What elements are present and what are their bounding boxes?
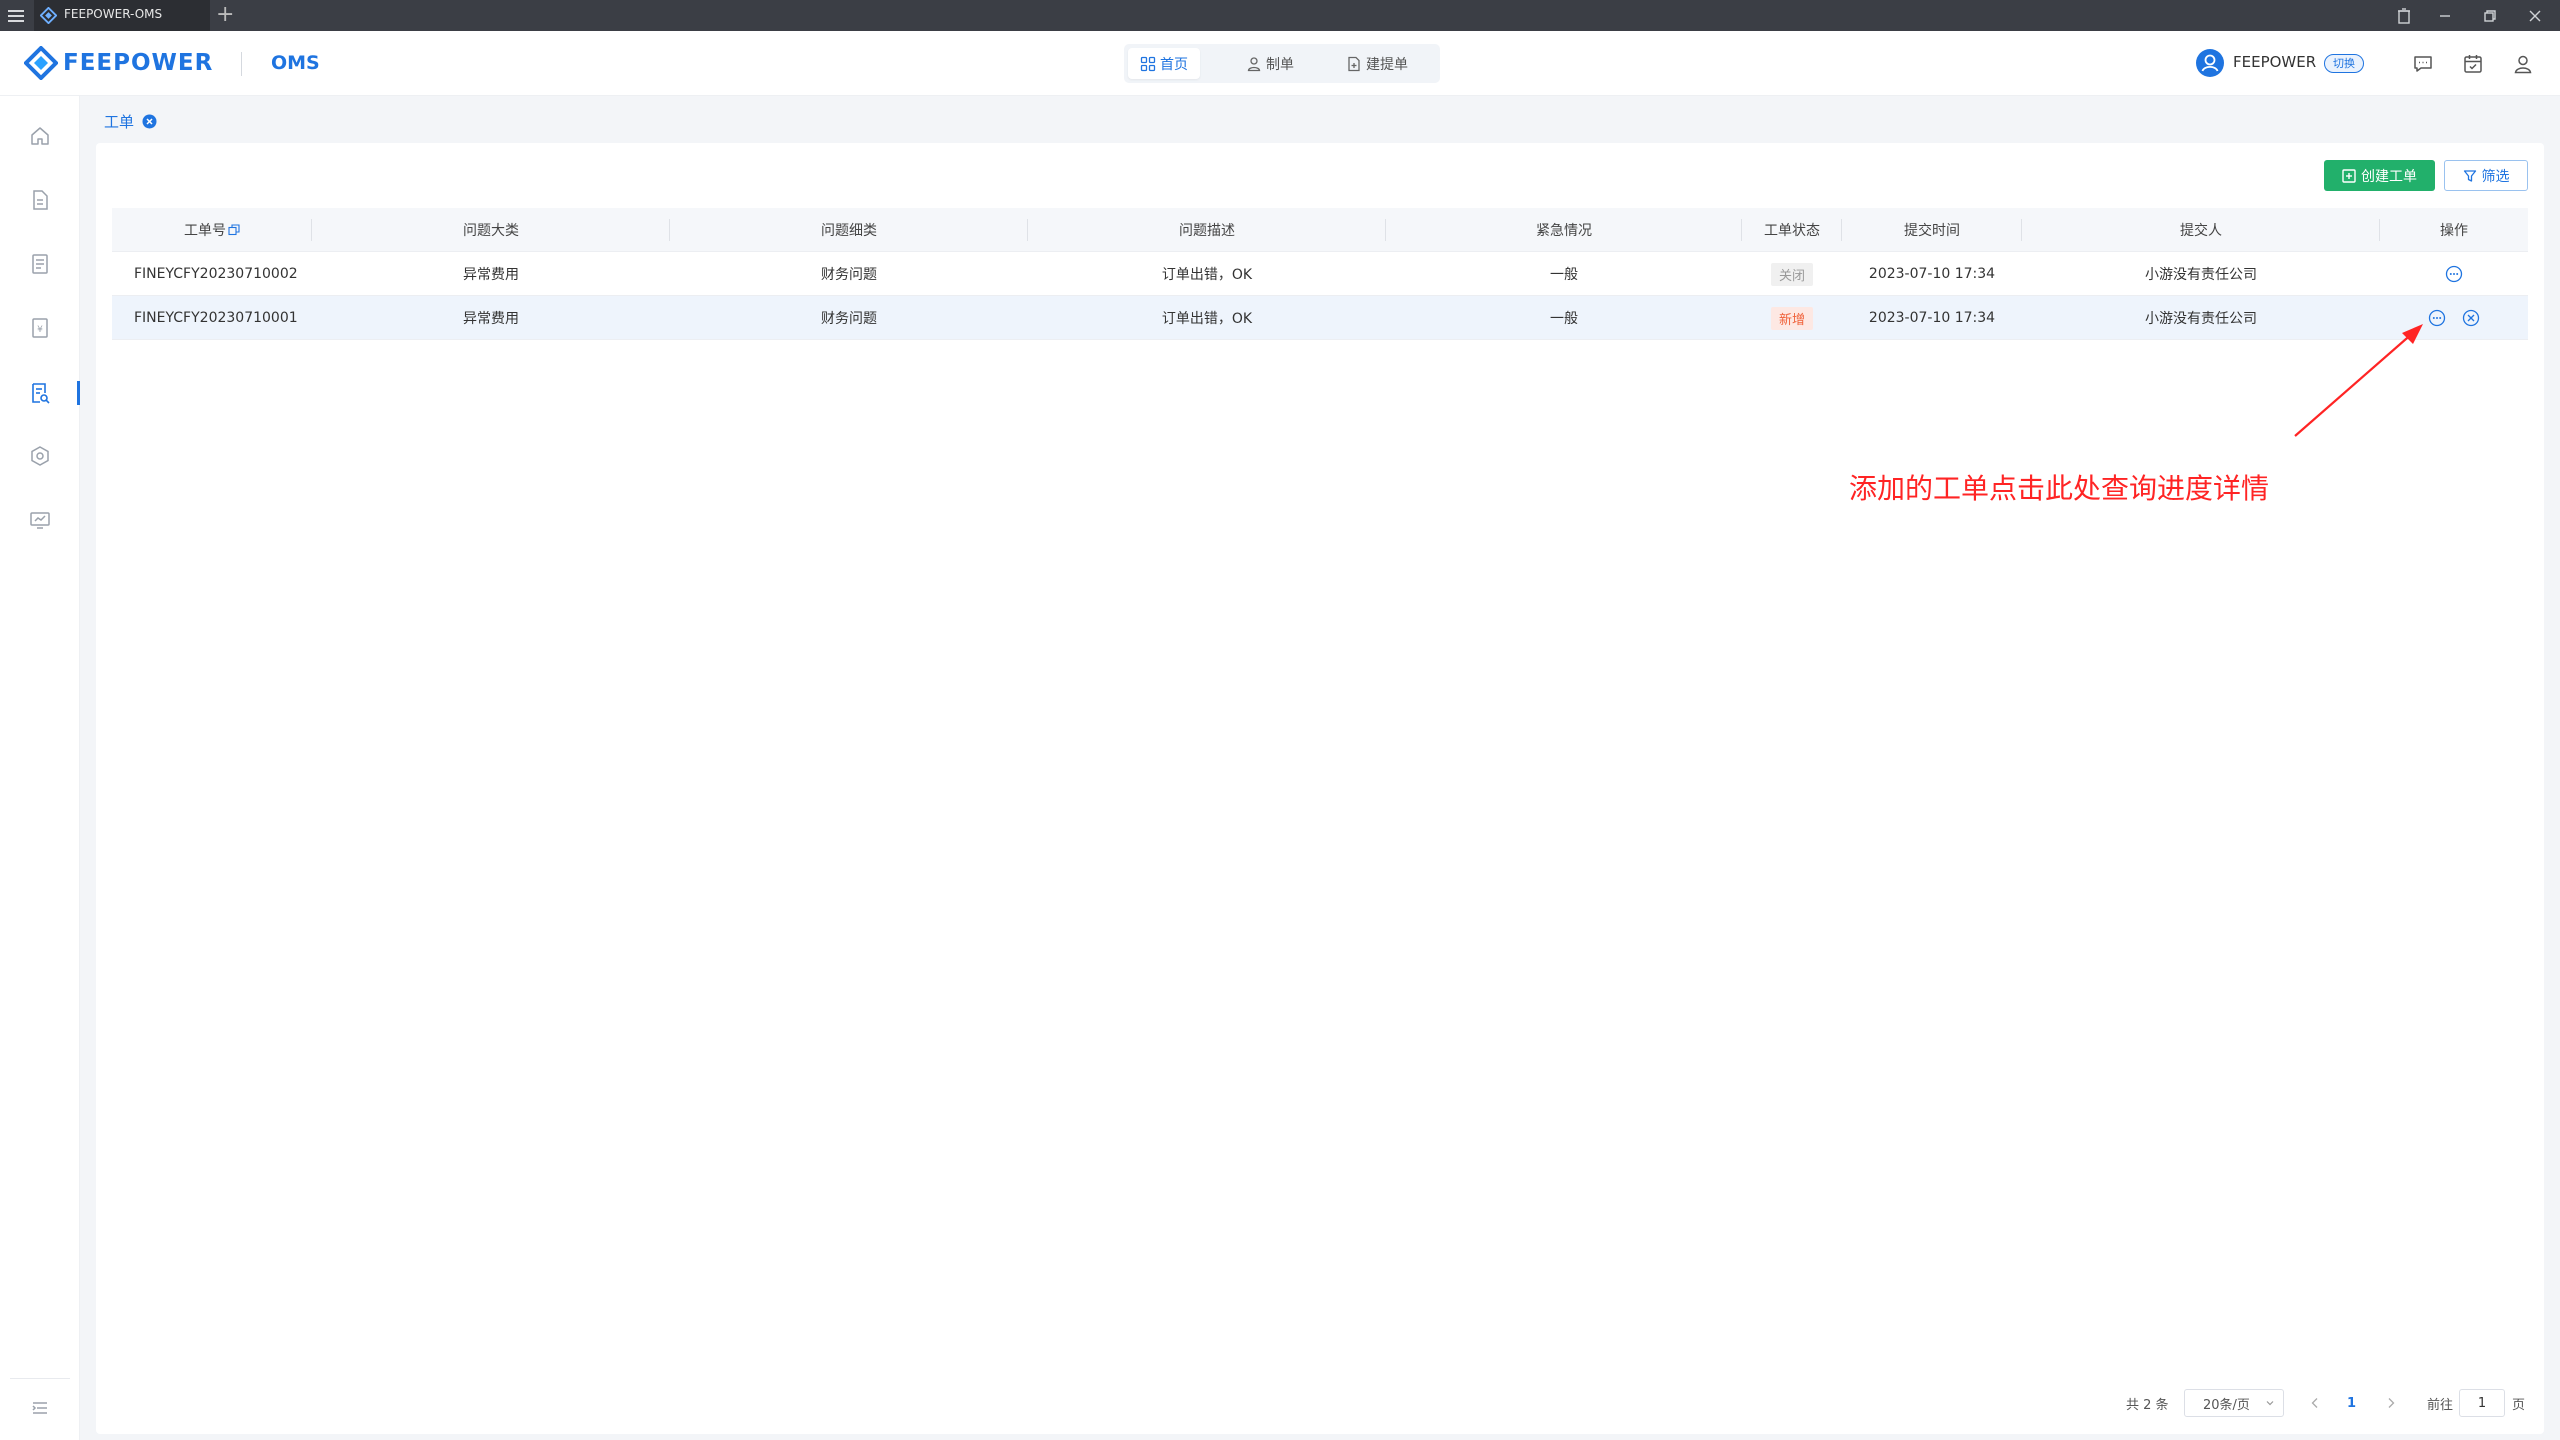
- table-row[interactable]: FINEYCFY20230710002 异常费用 财务问题 订单出错，OK 一般…: [112, 252, 2528, 296]
- page-tab-close-icon[interactable]: [142, 114, 157, 129]
- cell-category: 异常费用: [463, 311, 519, 327]
- cell-subcategory: 财务问题: [821, 267, 877, 283]
- tab-logo-icon: [40, 7, 57, 24]
- chevron-down-icon: [2266, 1401, 2274, 1406]
- status-badge: 关闭: [1770, 262, 1813, 286]
- annotation-text: 添加的工单点击此处查询进度详情: [1849, 472, 2270, 505]
- page-tab[interactable]: 工单: [104, 111, 157, 132]
- message-icon[interactable]: [2411, 52, 2435, 76]
- work-order-icon[interactable]: [28, 381, 52, 405]
- col-submitter: 提交人: [2180, 223, 2222, 239]
- browser-tab[interactable]: FEEPOWER-OMS: [34, 0, 210, 31]
- work-order-table: 工单号 问题大类 问题细类 问题描述 紧急情况 工单状态 提交时间 提交人 操作…: [112, 208, 2528, 340]
- nav-create-order[interactable]: 制单: [1234, 48, 1306, 79]
- copy-icon[interactable]: [228, 224, 240, 236]
- top-nav: 首页 制单 建提单: [1124, 44, 1440, 83]
- filter-icon: [2463, 169, 2476, 182]
- view-detail-icon[interactable]: [2428, 309, 2446, 327]
- pagination-total: 共 2 条: [2126, 1397, 2169, 1413]
- current-page[interactable]: 1: [2347, 1389, 2356, 1417]
- tab-title: FEEPOWER-OMS: [64, 7, 163, 21]
- cell-submitter: 小游没有责任公司: [2145, 267, 2257, 283]
- document-icon[interactable]: [28, 188, 52, 212]
- col-status: 工单状态: [1764, 223, 1820, 239]
- settings-hexagon-icon[interactable]: [28, 444, 52, 468]
- close-window-icon[interactable]: [2524, 5, 2546, 27]
- file-add-icon: [1348, 56, 1360, 71]
- product-name: OMS: [271, 52, 320, 74]
- cell-submit-time: 2023-07-10 17:34: [1868, 310, 1996, 326]
- filter-label: 筛选: [2481, 168, 2510, 185]
- logo-divider: [241, 52, 242, 76]
- table-row[interactable]: FINEYCFY20230710001 异常费用 财务问题 订单出错，OK 一般…: [112, 296, 2528, 340]
- nav-create-bill[interactable]: 建提单: [1334, 48, 1420, 79]
- create-work-order-label: 创建工单: [2361, 168, 2417, 185]
- switch-account-button[interactable]: 切换: [2324, 54, 2364, 73]
- view-detail-icon[interactable]: [2445, 265, 2463, 283]
- menu-collapse-icon[interactable]: [28, 1396, 52, 1420]
- create-work-order-button[interactable]: 创建工单: [2324, 160, 2435, 191]
- minimize-icon[interactable]: [2434, 5, 2456, 27]
- calendar-check-icon[interactable]: [2461, 52, 2485, 76]
- col-order-no: 工单号: [112, 208, 312, 252]
- filter-button[interactable]: 筛选: [2444, 160, 2528, 191]
- goto-label: 前往: [2427, 1397, 2454, 1413]
- page-size-value: 20条/页: [2203, 1397, 2250, 1413]
- cell-category: 异常费用: [463, 267, 519, 283]
- cell-order-no: FINEYCFY20230710001: [134, 310, 298, 326]
- monitor-icon[interactable]: [28, 508, 52, 532]
- prev-page-icon[interactable]: [2308, 1396, 2322, 1410]
- cell-urgency: 一般: [1550, 311, 1578, 327]
- brand-logo-text: FEEPOWER: [63, 50, 214, 76]
- nav-create-bill-label: 建提单: [1366, 56, 1408, 73]
- sidebar-divider: [10, 1378, 70, 1379]
- col-urgency: 紧急情况: [1536, 223, 1592, 239]
- title-bar: FEEPOWER-OMS +: [0, 0, 2560, 31]
- status-badge: 新增: [1770, 306, 1813, 330]
- menu-icon[interactable]: [6, 6, 26, 26]
- cancel-icon[interactable]: [2462, 309, 2480, 327]
- restore-icon[interactable]: [2479, 5, 2501, 27]
- nav-home[interactable]: 首页: [1128, 48, 1200, 79]
- user-avatar-icon[interactable]: [2196, 49, 2224, 77]
- col-subcategory: 问题细类: [821, 223, 877, 239]
- nav-home-label: 首页: [1160, 56, 1188, 73]
- page-size-select[interactable]: 20条/页: [2184, 1389, 2284, 1417]
- list-document-icon[interactable]: [28, 252, 52, 276]
- col-category: 问题大类: [463, 223, 519, 239]
- trash-icon[interactable]: [2393, 5, 2415, 27]
- cell-urgency: 一般: [1550, 267, 1578, 283]
- sidebar: ¥: [0, 96, 80, 1440]
- user-doc-icon: [1247, 56, 1261, 71]
- cell-description: 订单出错，OK: [1161, 311, 1253, 327]
- col-submit-time: 提交时间: [1904, 223, 1960, 239]
- user-icon[interactable]: [2511, 52, 2535, 76]
- user-name: FEEPOWER: [2233, 53, 2317, 71]
- app-header: FEEPOWER OMS 首页 制单 建提单 FEEPOWER 切换: [0, 31, 2560, 96]
- grid-icon: [1140, 56, 1156, 71]
- new-tab-button[interactable]: +: [216, 2, 234, 28]
- page-suffix: 页: [2512, 1397, 2526, 1413]
- goto-page-input[interactable]: 1: [2459, 1389, 2505, 1417]
- col-description: 问题描述: [1179, 223, 1235, 239]
- nav-create-order-label: 制单: [1266, 56, 1294, 73]
- cell-order-no: FINEYCFY20230710002: [134, 266, 298, 282]
- sidebar-active-indicator: [77, 381, 80, 405]
- cell-subcategory: 财务问题: [821, 311, 877, 327]
- col-actions: 操作: [2440, 223, 2468, 239]
- table-header: 工单号 问题大类 问题细类 问题描述 紧急情况 工单状态 提交时间 提交人 操作: [112, 208, 2528, 252]
- next-page-icon[interactable]: [2384, 1396, 2398, 1410]
- home-icon[interactable]: [28, 124, 52, 148]
- invoice-icon[interactable]: ¥: [28, 316, 52, 340]
- svg-text:¥: ¥: [37, 325, 43, 335]
- cell-submit-time: 2023-07-10 17:34: [1868, 266, 1996, 282]
- logo-icon: [24, 46, 58, 80]
- page-tab-label: 工单: [104, 113, 135, 131]
- annotation-arrow: [2294, 324, 2423, 437]
- plus-square-icon: [2342, 168, 2356, 183]
- cell-description: 订单出错，OK: [1161, 267, 1253, 283]
